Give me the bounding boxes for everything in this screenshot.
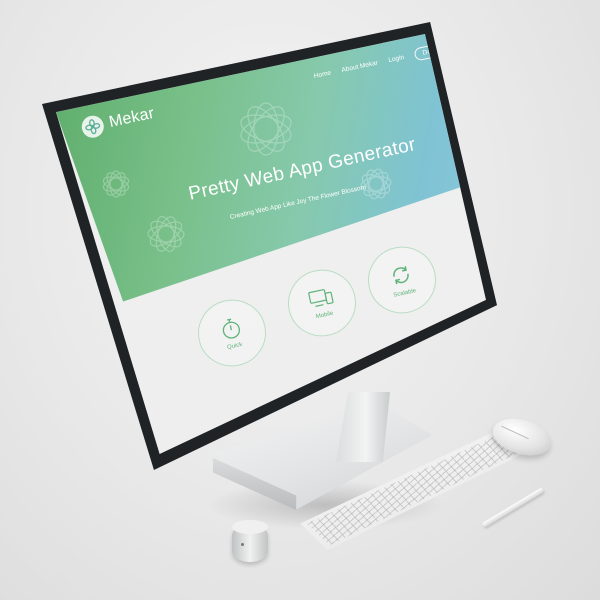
feature-label: Scalable [392,288,417,299]
feature-label: Quick [226,341,243,351]
nav-link-about[interactable]: About Mekar [341,60,379,75]
feature-quick[interactable]: Quick [191,293,273,373]
hero-title: Pretty Web App Generator [186,134,418,205]
refresh-icon [393,266,409,285]
feature-label: Mobile [315,310,334,321]
nav-link-login[interactable]: Login [388,54,405,64]
feature-mobile[interactable]: Mobile [281,263,363,343]
feature-scalable[interactable]: Scalable [361,240,443,320]
devices-icon [308,289,334,307]
brand-name: Mekar [107,104,157,132]
stylus-pen [481,487,545,528]
flower-logo-icon [79,113,106,140]
desktop-scene: Mekar Home About Mekar Login Data Pretty… [0,0,600,600]
brand[interactable]: Mekar [79,103,157,140]
nav-link-home[interactable]: Home [313,69,331,79]
stopwatch-icon [222,318,241,339]
surface-dial-top [232,520,268,534]
surface-dial-indicator [241,543,244,546]
